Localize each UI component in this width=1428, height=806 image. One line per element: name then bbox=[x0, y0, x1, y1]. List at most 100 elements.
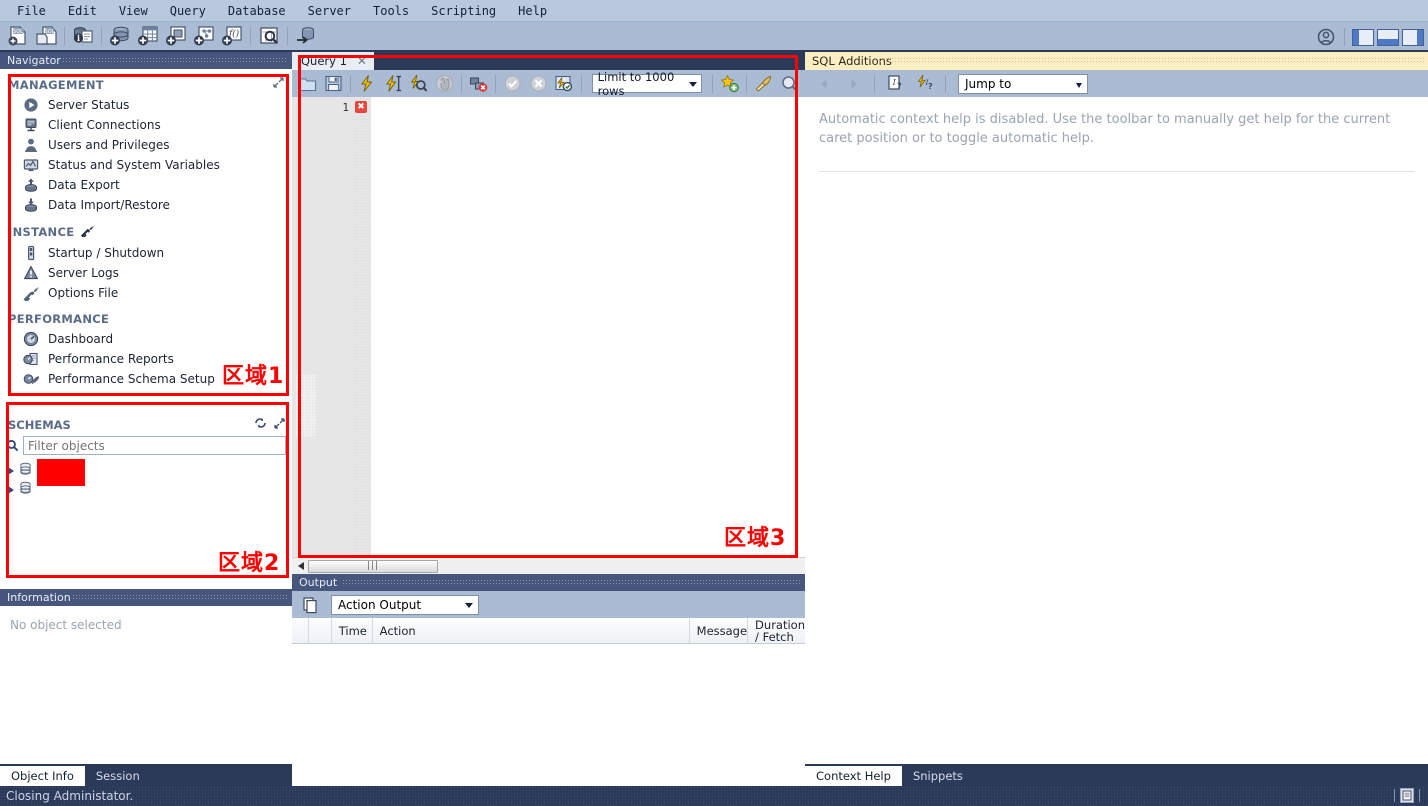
tab-snippets[interactable]: Snippets bbox=[902, 766, 974, 786]
sidebar-item-dashboard[interactable]: Dashboard bbox=[0, 329, 292, 349]
admin-icon[interactable] bbox=[1312, 24, 1340, 50]
sidebar-item-data-import-restore[interactable]: Data Import/Restore bbox=[0, 195, 292, 215]
sidebar-item-performance-reports[interactable]: Performance Reports bbox=[0, 349, 292, 369]
schemas-actions bbox=[254, 417, 285, 429]
sidebar-item-data-export[interactable]: Data Export bbox=[0, 175, 292, 195]
create-table-icon[interactable] bbox=[134, 23, 162, 49]
sidebar-item-label: Status and System Variables bbox=[48, 158, 220, 172]
error-x-icon[interactable]: ✖ bbox=[355, 101, 367, 113]
explain-icon[interactable] bbox=[406, 71, 432, 97]
create-function-icon[interactable]: f() bbox=[218, 23, 246, 49]
sql-editor[interactable]: 1 ✖ bbox=[292, 97, 805, 557]
tab-session[interactable]: Session bbox=[85, 766, 151, 786]
create-procedure-icon[interactable] bbox=[190, 23, 218, 49]
sql-additions-panel: SQL Additions I? I? Jump to Automatic co… bbox=[805, 52, 1428, 786]
title-dots bbox=[62, 57, 288, 64]
beautify-icon[interactable] bbox=[751, 71, 777, 97]
sidebar-item-performance-schema-setup[interactable]: Performance Schema Setup bbox=[0, 369, 292, 389]
open-sql-script-icon[interactable]: SQL bbox=[32, 23, 60, 49]
menu-help[interactable]: Help bbox=[507, 2, 558, 20]
toggle-sidebar[interactable] bbox=[1352, 28, 1374, 46]
server-info-icon[interactable]: i bbox=[69, 23, 97, 49]
toolbar-separator bbox=[350, 74, 351, 93]
search-table-data-icon[interactable] bbox=[255, 23, 283, 49]
sidebar-item-options-file[interactable]: Options File bbox=[0, 283, 292, 303]
sidebar-item-label: Dashboard bbox=[48, 332, 114, 346]
output-view-select[interactable]: Action Output bbox=[331, 594, 479, 615]
filter-objects-input[interactable] bbox=[23, 436, 286, 455]
execute-current-statement-icon[interactable] bbox=[380, 71, 406, 97]
menu-view[interactable]: View bbox=[108, 2, 159, 20]
toolbar-separator bbox=[250, 27, 251, 45]
col-index bbox=[309, 618, 332, 643]
sidebar-item-client-connections[interactable]: Client Connections bbox=[0, 115, 292, 135]
open-script-icon[interactable] bbox=[295, 71, 321, 97]
output-grid-body[interactable] bbox=[292, 644, 805, 786]
expand-icon[interactable] bbox=[273, 77, 284, 88]
nav-section-management: MANAGEMENT bbox=[0, 69, 292, 95]
sidebar-item-server-logs[interactable]: Server Logs bbox=[0, 263, 292, 283]
editor-horizontal-scrollbar[interactable]: ||| bbox=[292, 557, 805, 574]
menu-edit[interactable]: Edit bbox=[57, 2, 108, 20]
menu-server[interactable]: Server bbox=[297, 2, 362, 20]
report-gauge-icon bbox=[22, 351, 39, 368]
sidebar-item-status-and-system-variables[interactable]: Status and System Variables bbox=[0, 155, 292, 175]
wrench-plug-icon bbox=[81, 224, 95, 240]
toggle-autocommit-icon[interactable] bbox=[551, 71, 577, 97]
arrow-right-icon[interactable] bbox=[840, 71, 868, 97]
arrow-left-icon[interactable] bbox=[810, 71, 838, 97]
save-script-icon[interactable] bbox=[321, 71, 347, 97]
copy-icon[interactable] bbox=[297, 592, 325, 618]
tab-object-info[interactable]: Object Info bbox=[0, 766, 85, 786]
gauge-wrench-icon bbox=[22, 371, 39, 388]
schema-tree-item[interactable] bbox=[0, 459, 292, 486]
jump-to-select[interactable]: Jump to bbox=[958, 73, 1088, 94]
context-help-icon[interactable]: I? bbox=[881, 71, 909, 97]
svg-text:?: ? bbox=[928, 82, 933, 91]
panel-toggle-icon[interactable] bbox=[1400, 788, 1414, 803]
editor-collapsed-sidebar[interactable] bbox=[292, 97, 319, 557]
close-icon[interactable]: ✕ bbox=[357, 54, 367, 68]
toggle-stop-on-error-icon[interactable] bbox=[466, 71, 492, 97]
editor-text-area[interactable] bbox=[371, 97, 805, 557]
tab-context-help[interactable]: Context Help bbox=[805, 766, 902, 786]
create-view-icon[interactable] bbox=[162, 23, 190, 49]
stop-icon[interactable] bbox=[431, 71, 457, 97]
chevron-right-icon[interactable] bbox=[8, 485, 14, 494]
toggle-secondary-sidebar[interactable] bbox=[1402, 28, 1424, 46]
find-icon[interactable] bbox=[776, 71, 802, 97]
toggle-output-panel[interactable] bbox=[1377, 28, 1399, 46]
reconnect-server-icon[interactable] bbox=[292, 23, 320, 49]
refresh-icon[interactable] bbox=[254, 417, 267, 429]
sidebar-item-startup-shutdown[interactable]: Startup / Shutdown bbox=[0, 243, 292, 263]
tab-query-1[interactable]: Query 1 ✕ bbox=[292, 52, 374, 70]
rollback-icon[interactable] bbox=[526, 71, 552, 97]
menu-file[interactable]: File bbox=[6, 2, 57, 20]
scrollbar-thumb[interactable]: ||| bbox=[308, 559, 438, 573]
execute-icon[interactable] bbox=[355, 71, 381, 97]
chevron-right-icon[interactable] bbox=[8, 466, 14, 475]
menu-query[interactable]: Query bbox=[159, 2, 217, 20]
title-dots bbox=[342, 579, 801, 586]
toolbar-separator bbox=[1344, 28, 1345, 46]
navigator-title: Navigator bbox=[7, 54, 61, 67]
scroll-left-arrow[interactable] bbox=[298, 562, 304, 570]
expand-icon[interactable] bbox=[274, 417, 285, 429]
auto-context-help-icon[interactable]: I? bbox=[911, 71, 939, 97]
row-limit-select[interactable]: Limit to 1000 rows bbox=[591, 70, 702, 98]
new-sql-tab-icon[interactable]: SQL bbox=[4, 23, 32, 49]
nav-section-label: PERFORMANCE bbox=[8, 312, 110, 326]
server-stack-icon bbox=[22, 117, 39, 134]
menu-scripting[interactable]: Scripting bbox=[420, 2, 507, 20]
create-schema-icon[interactable] bbox=[106, 23, 134, 49]
sidebar-item-users-and-privileges[interactable]: Users and Privileges bbox=[0, 135, 292, 155]
save-snippet-icon[interactable] bbox=[716, 71, 742, 97]
sidebar-item-server-status[interactable]: Server Status bbox=[0, 95, 292, 115]
sidebar-drag-handle[interactable] bbox=[296, 375, 316, 437]
commit-icon[interactable] bbox=[500, 71, 526, 97]
schemas-header: SCHEMAS bbox=[0, 411, 292, 436]
menu-tools[interactable]: Tools bbox=[362, 2, 420, 20]
schemas-panel: SCHEMAS bbox=[0, 411, 292, 589]
col-duration-line2: / Fetch bbox=[755, 630, 794, 644]
menu-database[interactable]: Database bbox=[217, 2, 297, 20]
